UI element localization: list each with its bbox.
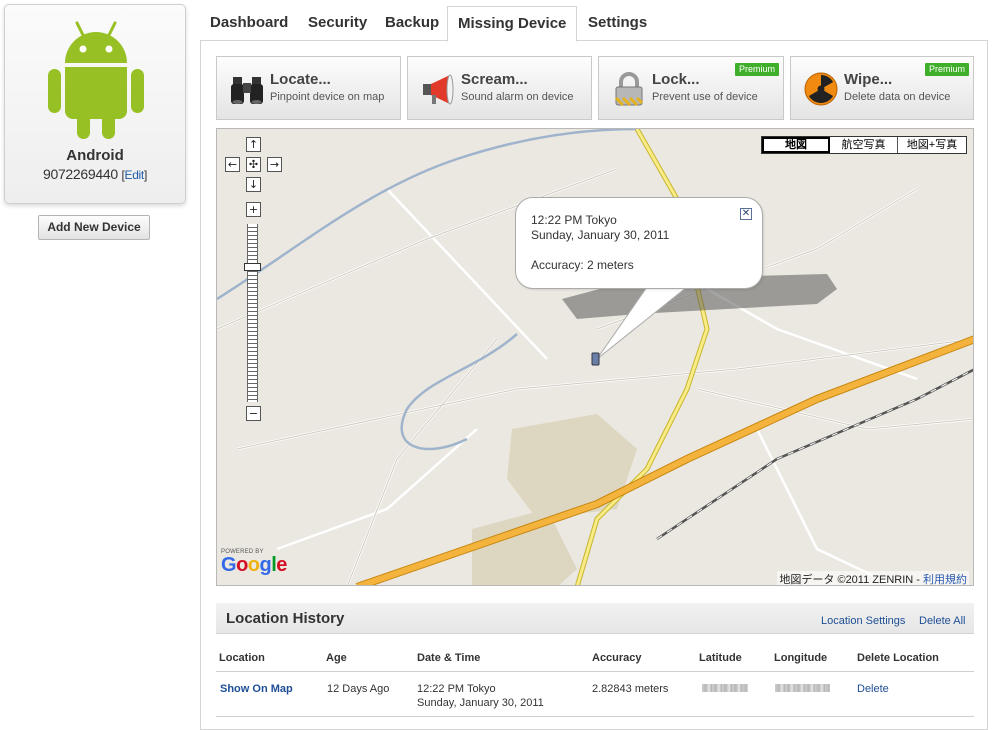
locate-button[interactable]: Locate... Pinpoint device on map <box>216 56 401 120</box>
tab-missing-device[interactable]: Missing Device <box>447 6 578 42</box>
megaphone-icon <box>423 74 454 105</box>
map-type-map[interactable]: 地図 <box>762 137 830 153</box>
location-map[interactable]: ↑ ← ✣ → ↓ + − 地図 航空写真 地図+写真 ✕ 12:22 PM T… <box>216 128 974 586</box>
row-divider <box>216 716 974 717</box>
locate-subtitle: Pinpoint device on map <box>270 91 385 103</box>
android-robot-icon <box>48 21 144 139</box>
row-time: 12:22 PM Tokyo <box>417 683 496 695</box>
col-age: Age <box>326 652 347 664</box>
add-new-device-button[interactable]: Add New Device <box>38 215 150 240</box>
tab-settings[interactable]: Settings <box>578 6 657 41</box>
col-accuracy: Accuracy <box>592 652 642 664</box>
col-longitude: Longitude <box>774 652 828 664</box>
copyright-text: 地図データ ©2011 ZENRIN - <box>779 574 923 586</box>
col-delete-location: Delete Location <box>857 652 939 664</box>
pan-center-button[interactable]: ✣ <box>246 157 261 172</box>
google-logo[interactable]: POWERED BY Google <box>221 549 287 583</box>
location-info-bubble: ✕ 12:22 PM Tokyo Sunday, January 30, 201… <box>515 197 763 289</box>
row-latitude-redacted <box>702 684 748 692</box>
header-divider <box>216 671 974 672</box>
wipe-button[interactable]: Wipe... Delete data on device Premium <box>790 56 974 120</box>
col-location: Location <box>219 652 265 664</box>
pan-right-button[interactable]: → <box>267 157 282 172</box>
edit-bracket: [Edit] <box>121 168 148 182</box>
location-history-title: Location History <box>226 610 345 627</box>
premium-badge: Premium <box>924 63 969 76</box>
wipe-title: Wipe... <box>844 71 893 88</box>
row-age: 12 Days Ago <box>327 683 390 695</box>
padlock-icon <box>614 72 644 107</box>
location-settings-link[interactable]: Location Settings <box>821 615 905 627</box>
row-accuracy: 2.82843 meters <box>592 683 669 695</box>
location-history-header: Location History Location Settings Delet… <box>216 603 974 634</box>
col-latitude: Latitude <box>699 652 742 664</box>
pan-up-button[interactable]: ↑ <box>246 137 261 152</box>
col-date-time: Date & Time <box>417 652 481 664</box>
delete-all-link[interactable]: Delete All <box>919 615 965 627</box>
show-on-map-link[interactable]: Show On Map <box>220 682 293 696</box>
tab-dashboard[interactable]: Dashboard <box>200 6 298 41</box>
locate-title: Locate... <box>270 71 331 88</box>
tab-backup[interactable]: Backup <box>375 6 449 41</box>
device-number: 9072269440 <box>42 166 118 182</box>
scream-subtitle: Sound alarm on device <box>461 91 574 103</box>
map-type-satellite[interactable]: 航空写真 <box>830 137 898 153</box>
row-longitude-redacted <box>775 684 830 692</box>
device-name: Android <box>66 147 124 164</box>
info-accuracy: Accuracy: 2 meters <box>531 258 634 272</box>
binoculars-icon <box>231 77 263 104</box>
map-type-selector: 地図 航空写真 地図+写真 <box>761 136 967 154</box>
zoom-slider-thumb[interactable] <box>244 263 261 271</box>
lock-button[interactable]: Lock... Prevent use of device Premium <box>598 56 784 120</box>
premium-badge: Premium <box>734 63 779 76</box>
zoom-slider[interactable] <box>247 224 258 402</box>
info-date: Sunday, January 30, 2011 <box>531 228 670 242</box>
scream-button[interactable]: Scream... Sound alarm on device <box>407 56 592 120</box>
tab-security[interactable]: Security <box>298 6 377 41</box>
zoom-in-button[interactable]: + <box>246 202 261 217</box>
pan-left-button[interactable]: ← <box>225 157 240 172</box>
delete-row-link[interactable]: Delete <box>857 682 889 696</box>
row-date: Sunday, January 30, 2011 <box>417 697 544 709</box>
wipe-subtitle: Delete data on device <box>844 91 951 103</box>
radiation-icon <box>804 72 838 106</box>
device-number-row: 9072269440 [Edit] <box>5 166 185 182</box>
lock-title: Lock... <box>652 71 700 88</box>
edit-device-link[interactable]: Edit <box>124 168 144 182</box>
lock-subtitle: Prevent use of device <box>652 91 758 103</box>
zoom-out-button[interactable]: − <box>246 406 261 421</box>
map-copyright: 地図データ ©2011 ZENRIN - 利用規約 <box>777 571 969 586</box>
google-wordmark: Google <box>221 554 287 576</box>
close-icon[interactable]: ✕ <box>740 208 752 220</box>
pan-down-button[interactable]: ↓ <box>246 177 261 192</box>
map-type-hybrid[interactable]: 地図+写真 <box>898 137 966 153</box>
device-card: Android 9072269440 [Edit] <box>4 4 186 204</box>
scream-title: Scream... <box>461 71 528 88</box>
info-time: 12:22 PM Tokyo <box>531 213 617 227</box>
terms-link[interactable]: 利用規約 <box>923 574 967 585</box>
